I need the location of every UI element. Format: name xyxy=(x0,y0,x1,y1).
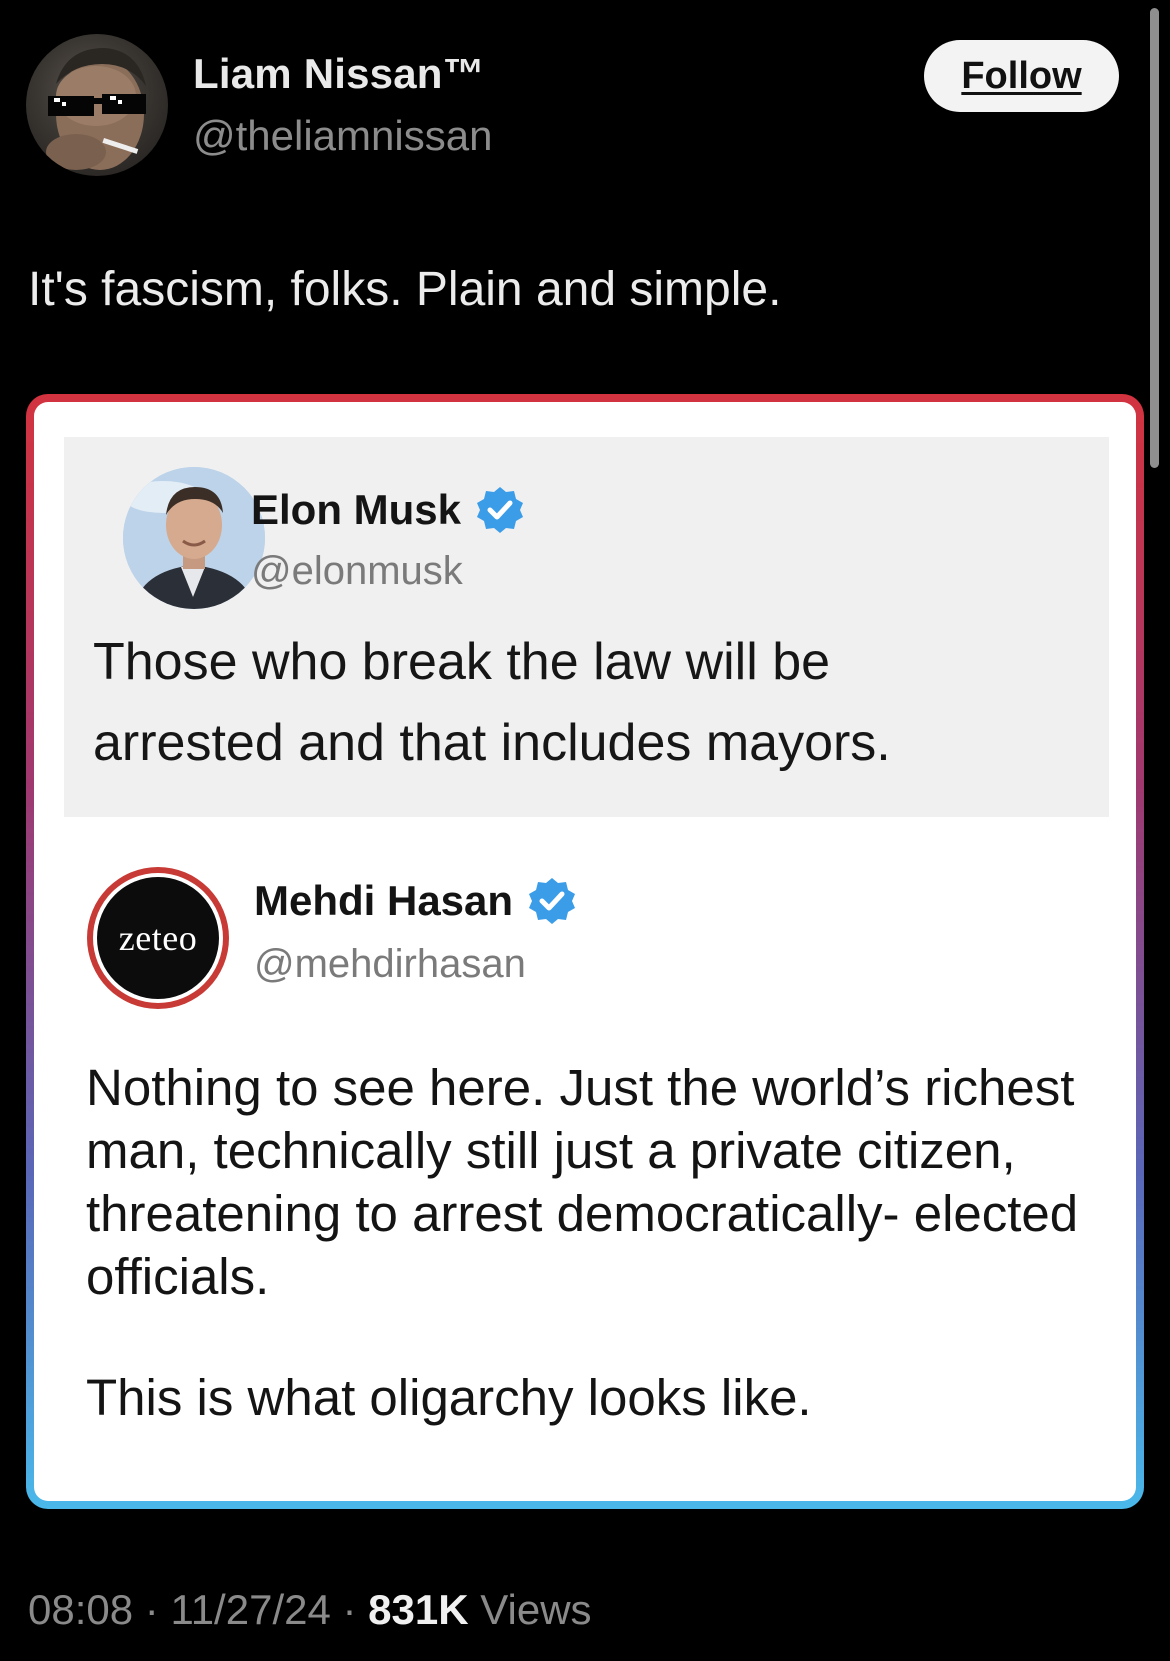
zeteo-logo: zeteo xyxy=(97,877,219,999)
verified-badge-icon xyxy=(527,876,577,926)
reply-paragraph: Nothing to see here. Just the world’s ri… xyxy=(86,1059,1079,1305)
reply-author-name: Mehdi Hasan xyxy=(254,876,577,926)
reply-paragraph: This is what oligarchy looks like. xyxy=(86,1369,812,1426)
views-label: Views xyxy=(480,1586,592,1633)
scrollbar[interactable] xyxy=(1150,8,1159,468)
quoted-tweet-text: Those who break the law will be arrested… xyxy=(93,622,891,784)
follow-button[interactable]: Follow xyxy=(924,40,1119,112)
meta-separator: · xyxy=(342,1586,357,1633)
quoted-tweet-line: Those who break the law will be xyxy=(93,633,831,691)
reply-tweet-text: Nothing to see here. Just the world’s ri… xyxy=(86,1056,1116,1429)
author-handle[interactable]: @theliamnissan xyxy=(193,112,492,160)
reply-author-avatar: zeteo xyxy=(87,867,229,1009)
views-count[interactable]: 831K xyxy=(368,1586,468,1633)
quoted-author-avatar xyxy=(123,467,265,609)
tweet-media-image[interactable]: Elon Musk @elonmusk Those who break the … xyxy=(26,394,1144,1509)
author-avatar[interactable] xyxy=(26,34,168,176)
quoted-author-name: Elon Musk xyxy=(251,485,525,535)
media-image-content: Elon Musk @elonmusk Those who break the … xyxy=(34,402,1136,1501)
meta-separator: · xyxy=(144,1586,159,1633)
quoted-tweet-box: Elon Musk @elonmusk Those who break the … xyxy=(64,437,1109,817)
tweet-date[interactable]: 11/27/24 xyxy=(170,1586,330,1633)
quoted-tweet-line: arrested and that includes mayors. xyxy=(93,714,891,772)
quoted-author-handle: @elonmusk xyxy=(251,549,463,593)
verified-badge-icon xyxy=(475,485,525,535)
author-display-name[interactable]: Liam Nissan™ xyxy=(193,50,485,98)
reply-author-name-text: Mehdi Hasan xyxy=(254,877,514,924)
reply-author-handle: @mehdirhasan xyxy=(254,942,526,986)
tweet-meta: 08:08 · 11/27/24 · 831K Views xyxy=(28,1586,592,1634)
quoted-author-name-text: Elon Musk xyxy=(251,486,462,533)
tweet-text: It's fascism, folks. Plain and simple. xyxy=(28,263,782,316)
tweet-time[interactable]: 08:08 xyxy=(28,1586,133,1633)
